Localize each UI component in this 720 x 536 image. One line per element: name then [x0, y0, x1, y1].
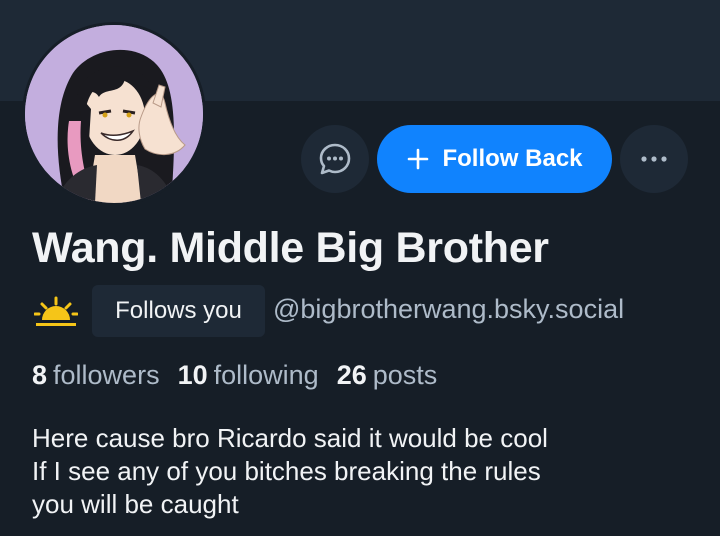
more-options-button[interactable] [620, 125, 688, 193]
follow-back-button[interactable]: Follow Back [377, 125, 612, 193]
followers-label: followers [53, 360, 160, 390]
following-link[interactable]: 10 following [178, 360, 319, 391]
message-bubble-icon [319, 143, 351, 175]
bio-line: you will be caught [32, 489, 239, 519]
posts-count: 26 [336, 360, 367, 390]
following-count: 10 [177, 360, 208, 390]
profile-bio: Here cause bro Ricardo said it would be … [32, 422, 702, 521]
bio-line: Here cause bro Ricardo said it would be … [32, 423, 548, 453]
sunrise-icon [34, 296, 78, 326]
followers-link[interactable]: 8 followers [32, 360, 160, 391]
follow-back-label: Follow Back [442, 145, 583, 172]
profile-handle[interactable]: @bigbrotherwang.bsky.social [273, 294, 624, 325]
ellipsis-icon [641, 156, 667, 162]
display-name: Wang. Middle Big Brother [32, 224, 549, 272]
follows-you-label: Follows you [115, 297, 242, 324]
avatar-frame[interactable] [22, 22, 206, 206]
profile-stats: 8 followers 10 following 26 posts [32, 360, 455, 391]
message-button[interactable] [301, 125, 369, 193]
avatar-image [25, 25, 203, 203]
following-label: following [213, 360, 319, 390]
bio-line: If I see any of you bitches breaking the… [32, 456, 541, 486]
avatar[interactable] [25, 25, 203, 203]
posts-label: posts [372, 360, 438, 390]
followers-count: 8 [32, 360, 48, 390]
plus-icon [406, 147, 430, 171]
posts-stat: 26 posts [337, 360, 438, 391]
follows-you-badge: Follows you [92, 285, 265, 337]
